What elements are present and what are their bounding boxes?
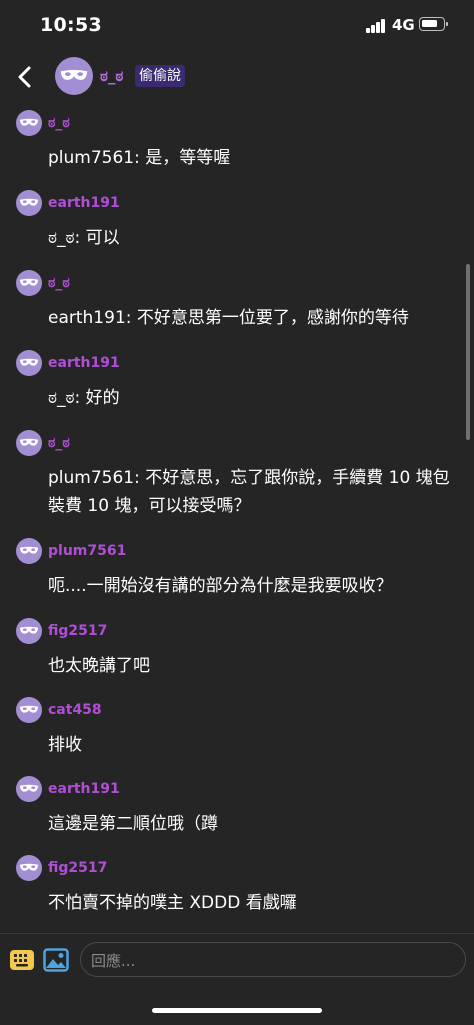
reply-input[interactable] — [89, 943, 453, 978]
response-text: 不怕賣不掉的噗主 XDDD 看戲囉 — [48, 893, 297, 913]
header-title: ಠ_ಠ — [100, 67, 124, 85]
mask-icon — [19, 438, 39, 446]
battery-icon — [419, 17, 448, 31]
response-author[interactable]: earth191 — [48, 781, 120, 797]
response-text: 這邊是第二順位哦（蹲 — [48, 814, 218, 834]
mask-icon — [19, 784, 39, 792]
mask-icon — [60, 69, 88, 80]
avatar[interactable] — [16, 110, 42, 136]
mask-icon — [19, 705, 39, 713]
mask-icon — [19, 358, 39, 366]
image-icon — [43, 948, 69, 972]
response-author[interactable]: earth191 — [48, 355, 120, 371]
avatar[interactable] — [16, 776, 42, 802]
scrollbar[interactable] — [466, 264, 470, 440]
response-text: plum7561: 是，等等喔 — [48, 148, 231, 168]
image-button[interactable] — [43, 947, 69, 973]
chevron-left-icon — [18, 66, 31, 88]
status-time: 10:53 — [40, 14, 102, 36]
response-text: plum7561: 不好意思，忘了跟你說，手續費 10 塊包裝費 10 塊，可以… — [48, 468, 450, 516]
mask-icon — [19, 626, 39, 634]
mask-icon — [19, 118, 39, 126]
chat-header: ಠ_ಠ 偷偷說 — [0, 52, 474, 102]
avatar[interactable] — [16, 430, 42, 456]
status-bar: 10:53 4G — [0, 0, 474, 52]
response-text: ಠ_ಠ: 好的 — [48, 388, 120, 408]
signal-icon — [366, 19, 386, 33]
response-text: 排收 — [48, 735, 82, 755]
mask-icon — [19, 863, 39, 871]
response-author[interactable]: earth191 — [48, 195, 120, 211]
response-text: ಠ_ಠ: 可以 — [48, 228, 120, 248]
response-author[interactable]: cat458 — [48, 702, 102, 718]
network-label: 4G — [392, 16, 415, 34]
mask-icon — [19, 278, 39, 286]
avatar[interactable] — [16, 350, 42, 376]
response-author[interactable]: fig2517 — [48, 860, 107, 876]
response-text: 也太晚講了吧 — [48, 656, 150, 676]
response-author[interactable]: fig2517 — [48, 623, 107, 639]
mask-icon — [19, 198, 39, 206]
response-author[interactable]: ಠ_ಠ — [48, 115, 70, 131]
reply-box — [80, 942, 466, 978]
response-author[interactable]: ಠ_ಠ — [48, 275, 70, 291]
anonymous-badge: 偷偷說 — [135, 65, 185, 87]
response-author[interactable]: plum7561 — [48, 543, 126, 559]
avatar[interactable] — [16, 618, 42, 644]
avatar[interactable] — [16, 270, 42, 296]
response-author[interactable]: ಠ_ಠ — [48, 435, 70, 451]
mask-icon — [19, 546, 39, 554]
response-text: 呃....一開始沒有講的部分為什麼是我要吸收？ — [48, 576, 393, 596]
home-indicator[interactable] — [152, 1008, 322, 1013]
avatar[interactable] — [16, 855, 42, 881]
back-button[interactable] — [14, 64, 36, 90]
keyboard-button[interactable] — [9, 948, 35, 972]
header-avatar[interactable] — [55, 57, 93, 95]
response-text: earth191: 不好意思第一位要了，感謝你的等待 — [48, 308, 409, 328]
avatar[interactable] — [16, 538, 42, 564]
avatar[interactable] — [16, 190, 42, 216]
avatar[interactable] — [16, 697, 42, 723]
keyboard-icon — [10, 950, 34, 970]
